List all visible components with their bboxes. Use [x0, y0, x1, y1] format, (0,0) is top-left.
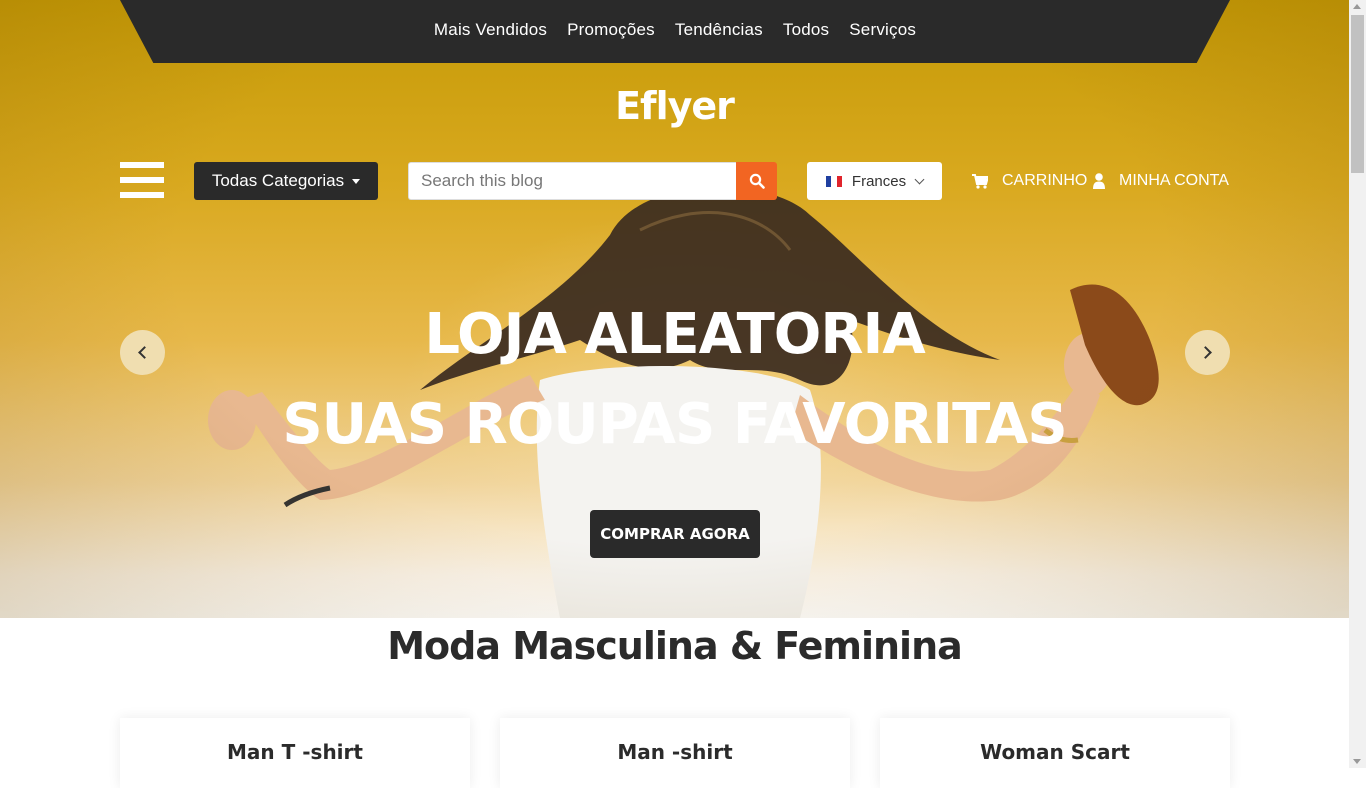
category-card-man-shirt[interactable]: Man -shirt — [500, 718, 850, 788]
chevron-down-icon — [914, 174, 925, 184]
nav-item-services[interactable]: Serviços — [849, 20, 916, 40]
hero-headline-line1: LOJA ALEATORIA — [424, 302, 925, 367]
shop-now-button[interactable]: COMPRAR AGORA — [590, 510, 760, 558]
category-card-woman-scarf[interactable]: Woman Scart — [880, 718, 1230, 788]
all-categories-dropdown[interactable]: Todas Categorias — [194, 162, 378, 200]
top-navigation: Mais Vendidos Promoções Tendências Todos… — [120, 0, 1230, 63]
cart-link[interactable]: CARRINHO — [972, 169, 1087, 193]
account-label: MINHA CONTA — [1119, 172, 1229, 189]
product-category-cards: Man T -shirt Man -shirt Woman Scart — [120, 718, 1230, 788]
user-icon — [1093, 173, 1105, 189]
search-bar — [408, 162, 777, 200]
category-card-man-tshirt[interactable]: Man T -shirt — [120, 718, 470, 788]
account-link[interactable]: MINHA CONTA — [1093, 169, 1229, 193]
nav-item-trends[interactable]: Tendências — [675, 20, 763, 40]
language-label: Frances — [851, 172, 907, 190]
caret-down-icon — [352, 178, 361, 184]
france-flag-icon — [825, 175, 842, 187]
search-icon — [749, 173, 765, 189]
nav-item-all[interactable]: Todos — [783, 20, 829, 40]
categories-label: Todas Categorias — [211, 171, 345, 190]
search-button[interactable] — [736, 162, 777, 200]
nav-item-best-sellers[interactable]: Mais Vendidos — [434, 20, 547, 40]
scrollbar-thumb[interactable] — [1351, 15, 1364, 173]
page-scrollbar[interactable] — [1349, 0, 1366, 768]
site-logo[interactable]: Eflyer — [0, 84, 1349, 128]
scroll-up-icon[interactable] — [1353, 4, 1361, 9]
language-selector[interactable]: Frances — [807, 162, 942, 200]
cart-label: CARRINHO — [1002, 172, 1088, 189]
nav-item-promotions[interactable]: Promoções — [567, 20, 655, 40]
hero-headline-line2: SUAS ROUPAS FAVORITAS — [282, 392, 1067, 457]
scroll-down-icon[interactable] — [1353, 759, 1361, 764]
cart-icon — [972, 173, 988, 189]
menu-hamburger-icon[interactable] — [120, 162, 164, 200]
section-title: Moda Masculina & Feminina — [387, 624, 963, 668]
search-input[interactable] — [408, 162, 736, 200]
